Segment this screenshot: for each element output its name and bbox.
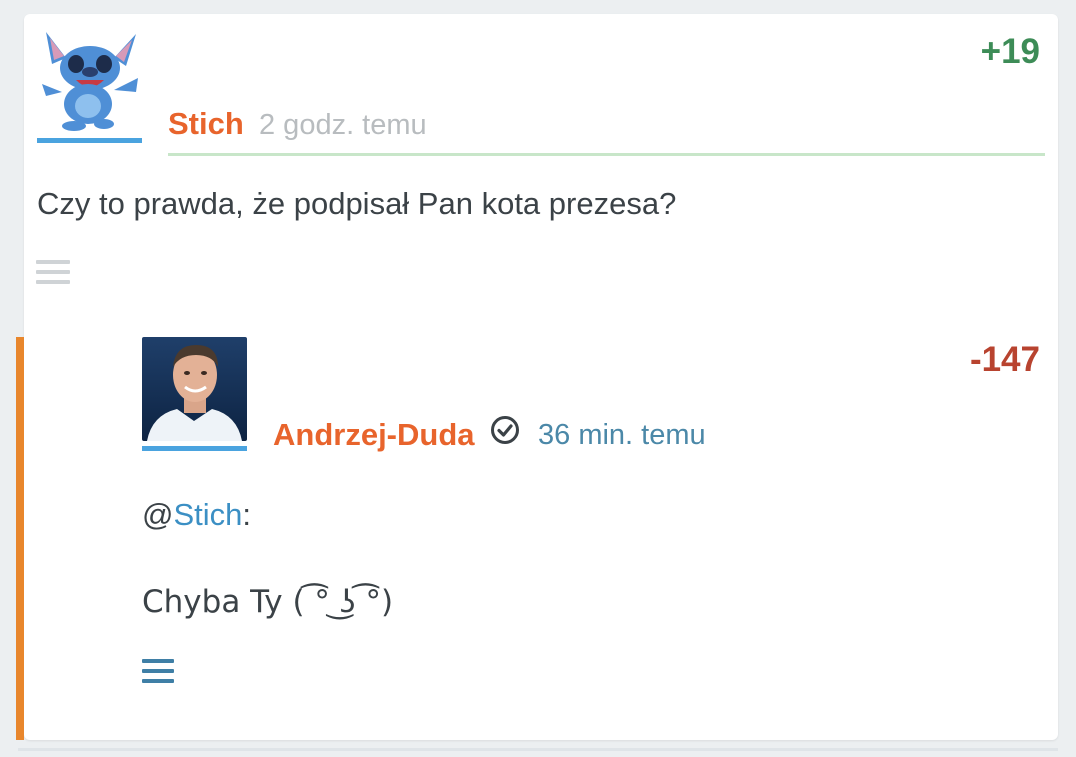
post-timestamp: 2 godz. temu	[259, 109, 427, 141]
post-body: Czy to prawda, że podpisał Pan kota prez…	[37, 186, 677, 221]
reply-author[interactable]: Andrzej-Duda	[273, 417, 475, 453]
post-author[interactable]: Stich	[168, 106, 244, 142]
reply-score: -147	[969, 340, 1040, 379]
mention-at: @	[142, 497, 174, 532]
avatar-status-bar	[142, 446, 247, 451]
reply-accent-bar	[16, 337, 24, 740]
reply-body: Chyba Ty ( ͡° ͜ʖ ͡°)	[142, 584, 394, 620]
mention-link[interactable]: Stich	[173, 497, 242, 532]
hamburger-menu-icon[interactable]	[36, 260, 70, 290]
verified-check-icon	[491, 416, 519, 444]
post-score: +19	[980, 32, 1040, 71]
post-header-divider	[168, 153, 1045, 156]
next-card-edge	[18, 748, 1058, 751]
andrzej-duda-avatar[interactable]	[142, 337, 247, 441]
hamburger-menu-icon[interactable]	[142, 659, 174, 689]
avatar-status-bar	[37, 138, 142, 143]
mention-colon: :	[242, 497, 252, 532]
comment-card: Stich 2 godz. temu +19 Czy to prawda, że…	[16, 14, 1058, 740]
reply-timestamp: 36 min. temu	[538, 419, 706, 451]
reply-mention-line: @Stich:	[142, 497, 251, 533]
stitch-avatar[interactable]	[38, 28, 142, 132]
